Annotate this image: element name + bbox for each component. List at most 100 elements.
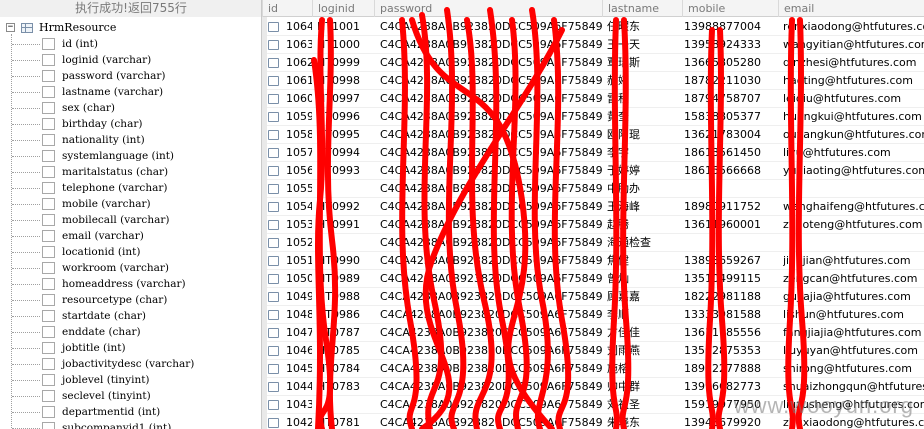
cell-mobile[interactable]: 13510499115 [684,270,778,288]
cell-lastname[interactable]: 郝婷 [607,72,682,90]
cell-mobile[interactable]: 13621783004 [684,126,778,144]
cell-id[interactable]: 1050 [286,270,312,288]
cell-loginid[interactable]: HT0781 [317,414,374,429]
cell-loginid[interactable]: HT0783 [317,378,374,396]
cell-loginid[interactable] [317,396,374,414]
cell-password[interactable]: C4CA4238A0B923820DCC509A6F75849B [380,54,602,72]
table-row[interactable]: 1050 HT0989 C4CA4238A0B923820DCC509A6F7584… [262,270,924,288]
tree-column-item[interactable]: enddate (char) [11,324,194,340]
cell-mobile[interactable]: 18782211030 [684,72,778,90]
tree-column-item[interactable]: joblevel (tinyint) [11,372,194,388]
cell-email[interactable]: shirong@htfutures.com [783,360,924,378]
cell-lastname[interactable]: 曾灿 [607,270,682,288]
cell-id[interactable]: 1059 [286,108,312,126]
cell-id[interactable]: 1061 [286,72,312,90]
tree-column-item[interactable]: resourcetype (char) [11,292,194,308]
table-row[interactable]: 1057 HT0994 C4CA4238A0B923820DCC509A6F7584… [262,144,924,162]
cell-id[interactable]: 1046 [286,342,312,360]
cell-lastname[interactable]: 刘雨燕 [607,342,682,360]
table-row[interactable]: 1061 HT0998 C4CA4238A0B923820DCC509A6F7584… [262,72,924,90]
cell-lastname[interactable]: 王一天 [607,36,682,54]
tree-column-item[interactable]: startdate (char) [11,308,194,324]
cell-password[interactable]: C4CA4238A0B923820DCC509A6F75849B [380,126,602,144]
cell-password[interactable]: C4CA4238A0B923820DCC509A6F75849B [380,252,602,270]
column-header-id[interactable]: id [262,0,312,17]
table-row[interactable]: 1060 HT0997 C4CA4238A0B923820DCC509A6F7584… [262,90,924,108]
cell-loginid[interactable]: HT0784 [317,360,374,378]
cell-mobile[interactable]: 18980911752 [684,198,778,216]
cell-loginid[interactable]: HT0997 [317,90,374,108]
cell-lastname[interactable]: 刘祖圣 [607,396,682,414]
cell-id[interactable]: 1047 [286,324,312,342]
table-row[interactable]: 1059 HT0996 C4CA4238A0B923820DCC509A6F7584… [262,108,924,126]
tree-column-item[interactable]: jobactivitydesc (varchar) [11,356,194,372]
tree-column-item[interactable]: lastname (varchar) [11,84,194,100]
table-row[interactable]: 1058 HT0995 C4CA4238A0B923820DCC509A6F7584… [262,126,924,144]
tree-column-item[interactable]: nationality (int) [11,132,194,148]
cell-id[interactable]: 1051 [286,252,312,270]
cell-id[interactable]: 1063 [286,36,312,54]
cell-email[interactable]: fangjiajia@htfutures.com [783,324,924,342]
cell-lastname[interactable]: 赵腾 [607,216,682,234]
table-row[interactable]: 1062 HT0999 C4CA4238A0B923820DCC509A6F7584… [262,54,924,72]
cell-email[interactable]: renxiaodong@htfutures.com [783,18,924,36]
cell-mobile[interactable]: 13611785556 [684,324,778,342]
cell-email[interactable]: lishun@htfutures.com [783,306,924,324]
cell-loginid[interactable]: HT0986 [317,306,374,324]
cell-mobile[interactable]: 18952277888 [684,360,778,378]
cell-email[interactable]: zengcan@htfutures.com [783,270,924,288]
cell-email[interactable]: jiaojian@htfutures.com [783,252,924,270]
tree-column-item[interactable]: sex (char) [11,100,194,116]
cell-password[interactable]: C4CA4238A0B923820DCC509A6F75849B [380,36,602,54]
cell-password[interactable]: C4CA4238A0B923820DCC509A6F75849B [380,306,602,324]
table-row[interactable]: 1045 HT0784 C4CA4238A0B923820DCC509A6F7584… [262,360,924,378]
cell-password[interactable]: C4CA4238A0B923820DCC509A6F75849B [380,216,602,234]
cell-mobile[interactable]: 18794758707 [684,90,778,108]
cell-loginid[interactable]: HT0991 [317,216,374,234]
cell-loginid[interactable]: HT0989 [317,270,374,288]
tree-column-item[interactable]: homeaddress (varchar) [11,276,194,292]
cell-lastname[interactable]: 中肋办 [607,180,682,198]
cell-loginid[interactable]: HT0996 [317,108,374,126]
cell-email[interactable]: ouyangkun@htfutures.com [783,126,924,144]
cell-lastname[interactable]: 帅中群 [607,378,682,396]
cell-mobile[interactable]: 13893659267 [684,252,778,270]
cell-loginid[interactable]: HT1001 [317,18,374,36]
cell-password[interactable]: C4CA4238A0B923820DCC509A6F75849B [380,180,602,198]
cell-lastname[interactable]: 朱晓东 [607,414,682,429]
tree-column-item[interactable]: maritalstatus (char) [11,164,194,180]
tree-column-item[interactable]: mobilecall (varchar) [11,212,194,228]
cell-password[interactable]: C4CA4238A0B923820DCC509A6F75849B [380,378,602,396]
cell-id[interactable]: 1042 [286,414,312,429]
cell-mobile[interactable]: 13502875353 [684,342,778,360]
cell-loginid[interactable]: HT0995 [317,126,374,144]
cell-mobile[interactable]: 13665805280 [684,54,778,72]
cell-lastname[interactable]: 李顺 [607,306,682,324]
tree-column-item[interactable]: mobile (varchar) [11,196,194,212]
table-row[interactable]: 1056 HT0993 C4CA4238A0B923820DCC509A6F7584… [262,162,924,180]
cell-email[interactable]: zhaoteng@htfutures.com [783,216,924,234]
cell-password[interactable]: C4CA4238A0B923820DCC509A6F75849B [380,72,602,90]
cell-email[interactable]: qinzhesi@htfutures.com [783,54,924,72]
cell-lastname[interactable]: 欧阳琨 [607,126,682,144]
cell-loginid[interactable]: HT0999 [317,54,374,72]
column-header-password[interactable]: password [374,0,602,17]
cell-mobile[interactable]: 13611960001 [684,216,778,234]
column-header-loginid[interactable]: loginid [312,0,374,17]
cell-lastname[interactable]: 方佳佳 [607,324,682,342]
cell-email[interactable]: wangyitian@htfutures.com [783,36,924,54]
tree-column-item[interactable]: systemlanguage (int) [11,148,194,164]
cell-lastname[interactable]: 任曜东 [607,18,682,36]
column-header-lastname[interactable]: lastname [602,0,682,17]
table-row[interactable]: 1055 C4CA4238A0B923820DCC509A6F75849B 中肋办 [262,180,924,198]
cell-lastname[interactable]: 李宇 [607,144,682,162]
result-grid[interactable]: id loginid password lastname mobile email 106… [262,0,924,429]
collapse-icon[interactable]: − [6,23,15,32]
cell-id[interactable]: 1048 [286,306,312,324]
tree-column-item[interactable]: workroom (varchar) [11,260,194,276]
column-header-email[interactable]: email [778,0,924,17]
table-row[interactable]: 1049 HT0988 C4CA4238A0B923820DCC509A6F7584… [262,288,924,306]
cell-loginid[interactable]: HT0993 [317,162,374,180]
cell-email[interactable]: liuyuyan@htfutures.com [783,342,924,360]
cell-mobile[interactable]: 18613561450 [684,144,778,162]
